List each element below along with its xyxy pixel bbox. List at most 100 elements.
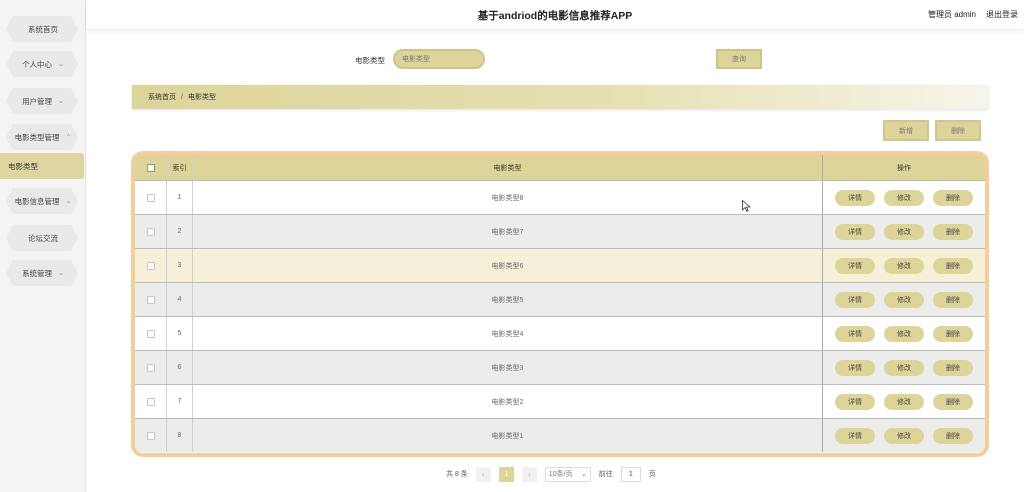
row-checkbox[interactable] bbox=[146, 363, 155, 372]
page-number-current[interactable]: 1 bbox=[498, 466, 514, 482]
sidebar-item-home[interactable]: 系统首页 bbox=[0, 16, 86, 42]
row-checkbox-cell bbox=[135, 215, 167, 248]
row-checkbox[interactable] bbox=[146, 193, 155, 202]
row-checkbox[interactable] bbox=[146, 227, 155, 236]
delete-button[interactable]: 删除 bbox=[933, 291, 973, 308]
detail-button[interactable]: 详情 bbox=[835, 427, 875, 444]
row-checkbox-cell bbox=[135, 317, 167, 350]
table-row: 3 电影类型6 详情 修改 删除 bbox=[135, 248, 985, 282]
row-index: 7 bbox=[167, 385, 193, 418]
top-header: 基于andriod的电影信息推荐APP 管理员 admin 退出登录 bbox=[86, 0, 1024, 30]
edit-button[interactable]: 修改 bbox=[884, 325, 924, 342]
delete-button[interactable]: 删除 bbox=[933, 359, 973, 376]
batch-delete-button[interactable]: 删除 bbox=[935, 120, 981, 141]
row-actions: 详情 修改 删除 bbox=[823, 283, 985, 316]
chevron-down-icon: ⌄ bbox=[65, 198, 72, 205]
sidebar-item-profile[interactable]: 个人中心 ⌄ bbox=[0, 51, 86, 77]
edit-button[interactable]: 修改 bbox=[884, 223, 924, 240]
edit-button[interactable]: 修改 bbox=[884, 359, 924, 376]
row-checkbox-cell bbox=[135, 181, 167, 214]
select-all-checkbox[interactable] bbox=[146, 163, 155, 172]
goto-label: 前往 bbox=[598, 471, 613, 478]
sidebar-item-movie-type-management[interactable]: 电影类型管理 ⌃ bbox=[0, 124, 86, 150]
row-checkbox[interactable] bbox=[146, 329, 155, 338]
next-page-button[interactable]: › bbox=[521, 466, 537, 482]
row-checkbox-cell bbox=[135, 249, 167, 282]
app-title: 基于andriod的电影信息推荐APP bbox=[477, 10, 633, 22]
sidebar-item-label: 用户管理 bbox=[22, 96, 53, 106]
row-index: 6 bbox=[167, 351, 193, 384]
row-index: 3 bbox=[167, 249, 193, 282]
row-movie-type: 电影类型8 bbox=[193, 181, 823, 214]
prev-page-button[interactable]: ‹ bbox=[475, 466, 491, 482]
logout-link[interactable]: 退出登录 bbox=[986, 9, 1018, 20]
row-actions: 详情 修改 删除 bbox=[823, 385, 985, 418]
row-actions: 详情 修改 删除 bbox=[823, 181, 985, 214]
app-root: 系统首页 个人中心 ⌄ 用户管理 ⌄ 电影类型管理 ⌃ 电影类型 电影信息管理 … bbox=[0, 0, 1024, 492]
table-header: 索引 电影类型 操作 bbox=[135, 155, 985, 180]
column-header-actions: 操作 bbox=[897, 164, 911, 172]
detail-button[interactable]: 详情 bbox=[835, 393, 875, 410]
row-movie-type: 电影类型7 bbox=[193, 215, 823, 248]
sidebar-item-users[interactable]: 用户管理 ⌄ bbox=[0, 88, 86, 114]
detail-button[interactable]: 详情 bbox=[835, 359, 875, 376]
breadcrumb: 系统首页 / 电影类型 bbox=[132, 85, 988, 109]
row-checkbox[interactable] bbox=[146, 295, 155, 304]
sidebar-item-movie-type[interactable]: 电影类型 bbox=[0, 153, 84, 179]
pagination: 共 8 条 ‹ 1 › 10条/页 ⌄ 前往 页 bbox=[446, 466, 656, 482]
edit-button[interactable]: 修改 bbox=[884, 393, 924, 410]
detail-button[interactable]: 详情 bbox=[835, 223, 875, 240]
row-checkbox-cell bbox=[135, 385, 167, 418]
edit-button[interactable]: 修改 bbox=[884, 291, 924, 308]
sidebar-item-forum[interactable]: 论坛交流 bbox=[0, 225, 86, 251]
row-index: 8 bbox=[167, 419, 193, 452]
chevron-up-icon: ⌃ bbox=[65, 134, 72, 141]
edit-button[interactable]: 修改 bbox=[884, 189, 924, 206]
edit-button[interactable]: 修改 bbox=[884, 427, 924, 444]
sidebar: 系统首页 个人中心 ⌄ 用户管理 ⌄ 电影类型管理 ⌃ 电影类型 电影信息管理 … bbox=[0, 0, 86, 492]
page-size-select[interactable]: 10条/页 ⌄ bbox=[544, 466, 591, 482]
row-checkbox[interactable] bbox=[146, 397, 155, 406]
page-size-value: 10条/页 bbox=[548, 471, 573, 478]
delete-button[interactable]: 删除 bbox=[933, 393, 973, 410]
sidebar-item-movie-info-management[interactable]: 电影信息管理 ⌄ bbox=[0, 188, 86, 214]
column-header-movie-type: 电影类型 bbox=[193, 155, 823, 180]
chevron-down-icon: ⌄ bbox=[580, 471, 587, 478]
row-actions: 详情 修改 删除 bbox=[823, 215, 985, 248]
row-checkbox-cell bbox=[135, 283, 167, 316]
sidebar-item-label: 系统首页 bbox=[28, 24, 58, 34]
delete-button[interactable]: 删除 bbox=[933, 325, 973, 342]
movie-type-search-input[interactable] bbox=[393, 49, 485, 69]
sidebar-item-label: 电影类型管理 bbox=[14, 132, 60, 142]
search-button[interactable]: 查询 bbox=[716, 49, 762, 69]
row-checkbox[interactable] bbox=[146, 431, 155, 440]
chevron-down-icon: ⌄ bbox=[58, 61, 64, 68]
chevron-down-icon: ⌄ bbox=[58, 98, 64, 105]
row-actions: 详情 修改 删除 bbox=[823, 351, 985, 384]
delete-button[interactable]: 删除 bbox=[933, 189, 973, 206]
row-checkbox-cell bbox=[135, 351, 167, 384]
sidebar-item-system[interactable]: 系统管理 ⌄ bbox=[0, 260, 86, 286]
table-row: 8 电影类型1 详情 修改 删除 bbox=[135, 418, 985, 452]
detail-button[interactable]: 详情 bbox=[835, 325, 875, 342]
detail-button[interactable]: 详情 bbox=[835, 291, 875, 308]
row-actions: 详情 修改 删除 bbox=[823, 419, 985, 452]
sidebar-item-label: 电影类型 bbox=[8, 161, 38, 171]
total-count: 共 8 条 bbox=[446, 471, 468, 478]
delete-button[interactable]: 删除 bbox=[933, 427, 973, 444]
select-all-cell bbox=[135, 155, 167, 180]
add-button[interactable]: 新增 bbox=[883, 120, 929, 141]
delete-button[interactable]: 删除 bbox=[933, 257, 973, 274]
breadcrumb-home[interactable]: 系统首页 bbox=[148, 92, 176, 102]
movie-type-table: 索引 电影类型 操作 1 电影类型8 详情 修改 删除 2 电影类型7 详情 修… bbox=[131, 151, 989, 457]
detail-button[interactable]: 详情 bbox=[835, 257, 875, 274]
chevron-down-icon: ⌄ bbox=[58, 270, 64, 277]
breadcrumb-separator: / bbox=[181, 93, 183, 101]
sidebar-item-label: 论坛交流 bbox=[28, 233, 58, 243]
edit-button[interactable]: 修改 bbox=[884, 257, 924, 274]
table-row: 7 电影类型2 详情 修改 删除 bbox=[135, 384, 985, 418]
detail-button[interactable]: 详情 bbox=[835, 189, 875, 206]
goto-page-input[interactable] bbox=[620, 466, 641, 482]
row-checkbox[interactable] bbox=[146, 261, 155, 270]
delete-button[interactable]: 删除 bbox=[933, 223, 973, 240]
